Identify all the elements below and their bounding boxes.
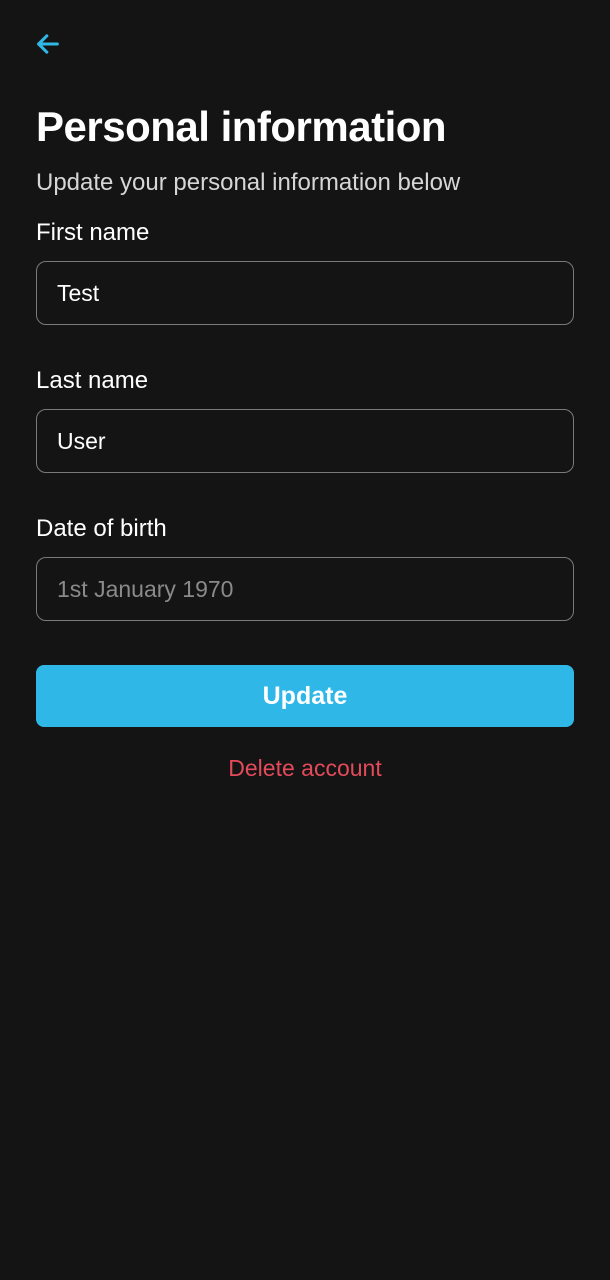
arrow-left-icon [34, 30, 62, 61]
last-name-group: Last name [36, 367, 574, 473]
last-name-input[interactable] [36, 409, 574, 473]
date-of-birth-group: Date of birth [36, 515, 574, 621]
first-name-label: First name [36, 219, 574, 247]
date-of-birth-label: Date of birth [36, 515, 574, 543]
page-subtitle: Update your personal information below [36, 169, 574, 197]
back-button[interactable] [34, 0, 62, 61]
date-of-birth-input[interactable] [36, 557, 574, 621]
page-title: Personal information [36, 103, 574, 151]
delete-account-button[interactable]: Delete account [36, 755, 574, 782]
first-name-group: First name [36, 219, 574, 325]
last-name-label: Last name [36, 367, 574, 395]
first-name-input[interactable] [36, 261, 574, 325]
update-button[interactable]: Update [36, 665, 574, 727]
